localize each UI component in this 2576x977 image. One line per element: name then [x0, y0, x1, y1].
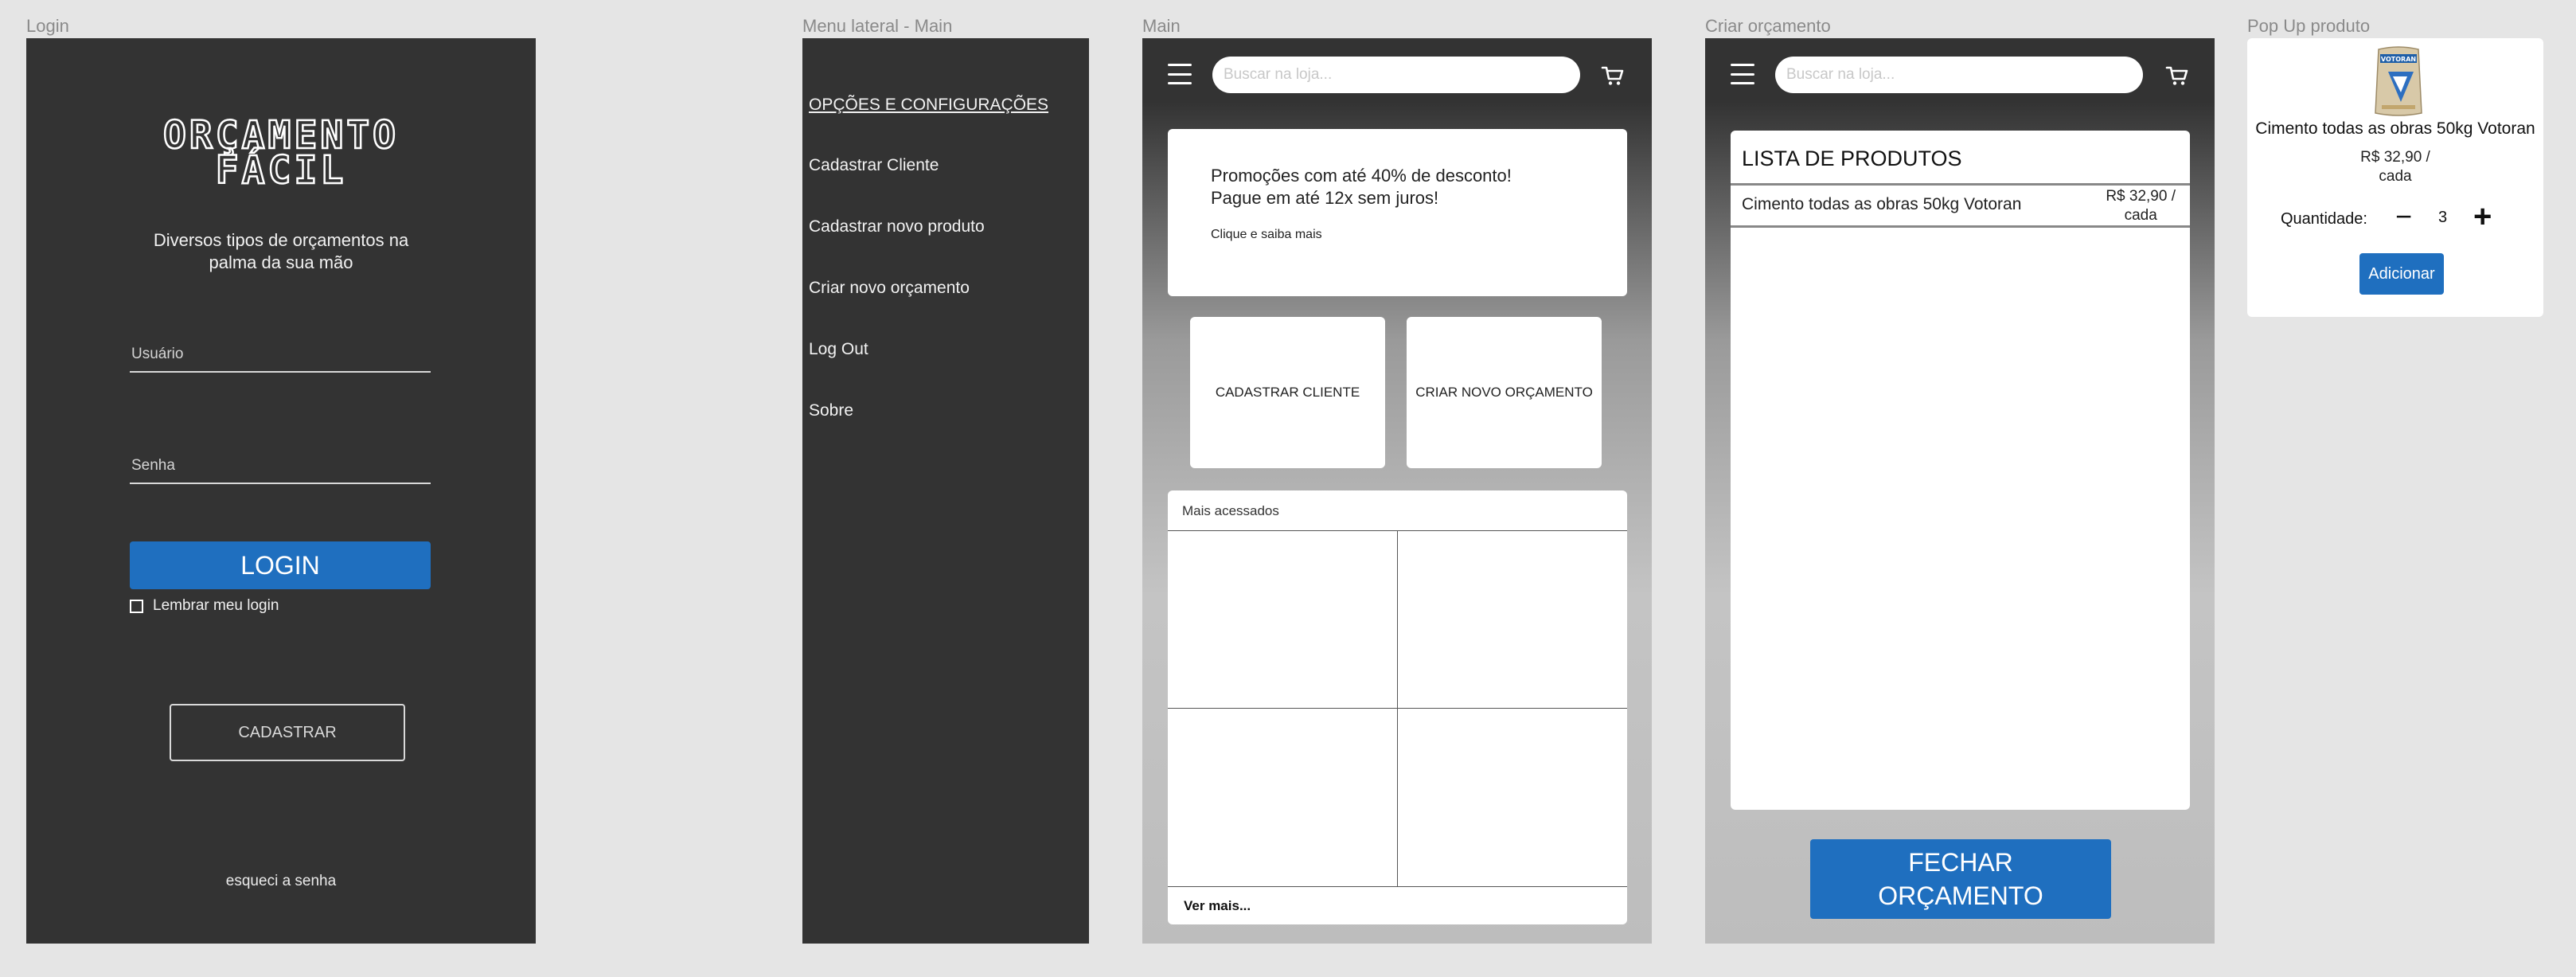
- login-screen: ORÇAMENTO FÁCIL Diversos tipos de orçame…: [26, 38, 536, 944]
- side-menu: OPÇÕES E CONFIGURAÇÕES Cadastrar Cliente…: [802, 38, 1089, 944]
- product-list-panel: LISTA DE PRODUTOS Cimento todas as obras…: [1731, 131, 2190, 810]
- product-tile[interactable]: [1398, 709, 1628, 886]
- criar-orcamento-card[interactable]: CRIAR NOVO ORÇAMENTO: [1407, 317, 1602, 468]
- product-price-unit: cada: [2124, 207, 2157, 224]
- main-screen: Buscar na loja... Promoções com até 40% …: [1142, 38, 1652, 944]
- hamburger-menu-icon[interactable]: [1168, 64, 1192, 84]
- popup-product-name: Cimento todas as obras 50kg Votoran: [2255, 119, 2535, 138]
- quantity-value: 3: [2438, 209, 2448, 226]
- popup-product-price: R$ 32,90 / cada: [2247, 148, 2543, 186]
- frame-label-main: Main: [1142, 16, 1181, 36]
- app-logo: ORÇAMENTO FÁCIL: [26, 115, 536, 193]
- fechar-line-1: FECHAR: [1908, 848, 2013, 877]
- quantity-label: Quantidade:: [2281, 210, 2367, 228]
- promo-line-2: Pague em até 12x sem juros!: [1211, 188, 1439, 208]
- popup-price-value: R$ 32,90 /: [2360, 149, 2430, 166]
- mais-acessados-panel: Mais acessados Ver mais...: [1168, 490, 1627, 924]
- forgot-password-link[interactable]: esqueci a senha: [26, 873, 536, 890]
- add-button[interactable]: Adicionar: [2359, 253, 2444, 295]
- frame-label-menu: Menu lateral - Main: [802, 16, 953, 36]
- remember-login[interactable]: Lembrar meu login: [130, 597, 279, 615]
- cadastrar-cliente-card[interactable]: CADASTRAR CLIENTE: [1190, 317, 1385, 468]
- mais-acessados-grid: [1168, 530, 1627, 887]
- bag-brand-text: VOTORAN: [2381, 56, 2416, 63]
- product-tile[interactable]: [1168, 531, 1398, 709]
- table-row[interactable]: Cimento todas as obras 50kg Votoran R$ 3…: [1731, 183, 2190, 228]
- search-input[interactable]: Buscar na loja...: [1775, 57, 2143, 93]
- frame-label-criar: Criar orçamento: [1705, 16, 1831, 36]
- frame-label-popup: Pop Up produto: [2247, 16, 2371, 36]
- cart-icon[interactable]: [1601, 64, 1625, 88]
- menu-item-cadastrar-cliente[interactable]: Cadastrar Cliente: [809, 156, 939, 175]
- remember-label: Lembrar meu login: [153, 597, 279, 614]
- product-popup: VOTORAN Cimento todas as obras 50kg Voto…: [2247, 38, 2543, 317]
- promo-banner[interactable]: Promoções com até 40% de desconto! Pague…: [1168, 129, 1627, 296]
- fechar-orcamento-button[interactable]: FECHAR ORÇAMENTO: [1810, 839, 2111, 919]
- login-subtitle: Diversos tipos de orçamentos na palma da…: [153, 230, 409, 272]
- remember-checkbox[interactable]: [130, 599, 143, 613]
- minus-icon[interactable]: −: [2395, 202, 2412, 231]
- menu-header[interactable]: OPÇÕES E CONFIGURAÇÕES: [809, 96, 1048, 115]
- cement-bag-image: VOTORAN: [2375, 46, 2422, 116]
- plus-icon[interactable]: +: [2473, 201, 2492, 233]
- promo-link[interactable]: Clique e saiba mais: [1211, 228, 1322, 242]
- logo-line-2: FÁCIL: [215, 148, 347, 193]
- top-bar: Buscar na loja...: [1142, 38, 1652, 111]
- menu-item-cadastrar-produto[interactable]: Cadastrar novo produto: [809, 217, 985, 236]
- top-bar: Buscar na loja...: [1705, 38, 2215, 111]
- popup-price-unit: cada: [2379, 168, 2412, 185]
- hamburger-menu-icon[interactable]: [1731, 64, 1754, 84]
- cart-icon[interactable]: [2165, 64, 2189, 88]
- promo-line-1: Promoções com até 40% de desconto!: [1211, 166, 1512, 186]
- product-tile[interactable]: [1397, 531, 1627, 709]
- product-list-title: LISTA DE PRODUTOS: [1742, 147, 1962, 170]
- fechar-line-2: ORÇAMENTO: [1878, 881, 2043, 910]
- menu-item-logout[interactable]: Log Out: [809, 340, 868, 359]
- product-name: Cimento todas as obras 50kg Votoran: [1742, 195, 2022, 213]
- product-tile[interactable]: [1168, 709, 1398, 886]
- search-input[interactable]: Buscar na loja...: [1212, 57, 1580, 93]
- mais-acessados-title: Mais acessados: [1182, 503, 1279, 518]
- menu-item-sobre[interactable]: Sobre: [809, 401, 853, 420]
- product-price-value: R$ 32,90 /: [2106, 188, 2176, 205]
- ver-mais-link[interactable]: Ver mais...: [1184, 898, 1251, 914]
- criar-orcamento-screen: Buscar na loja... LISTA DE PRODUTOS Cime…: [1705, 38, 2215, 944]
- frame-label-login: Login: [26, 16, 69, 36]
- menu-item-criar-orcamento[interactable]: Criar novo orçamento: [809, 279, 970, 298]
- login-button[interactable]: LOGIN: [130, 541, 431, 589]
- password-field[interactable]: Senha: [130, 457, 431, 484]
- register-button[interactable]: CADASTRAR: [170, 704, 405, 761]
- username-field[interactable]: Usuário: [130, 346, 431, 373]
- product-price: R$ 32,90 / cada: [2106, 187, 2176, 225]
